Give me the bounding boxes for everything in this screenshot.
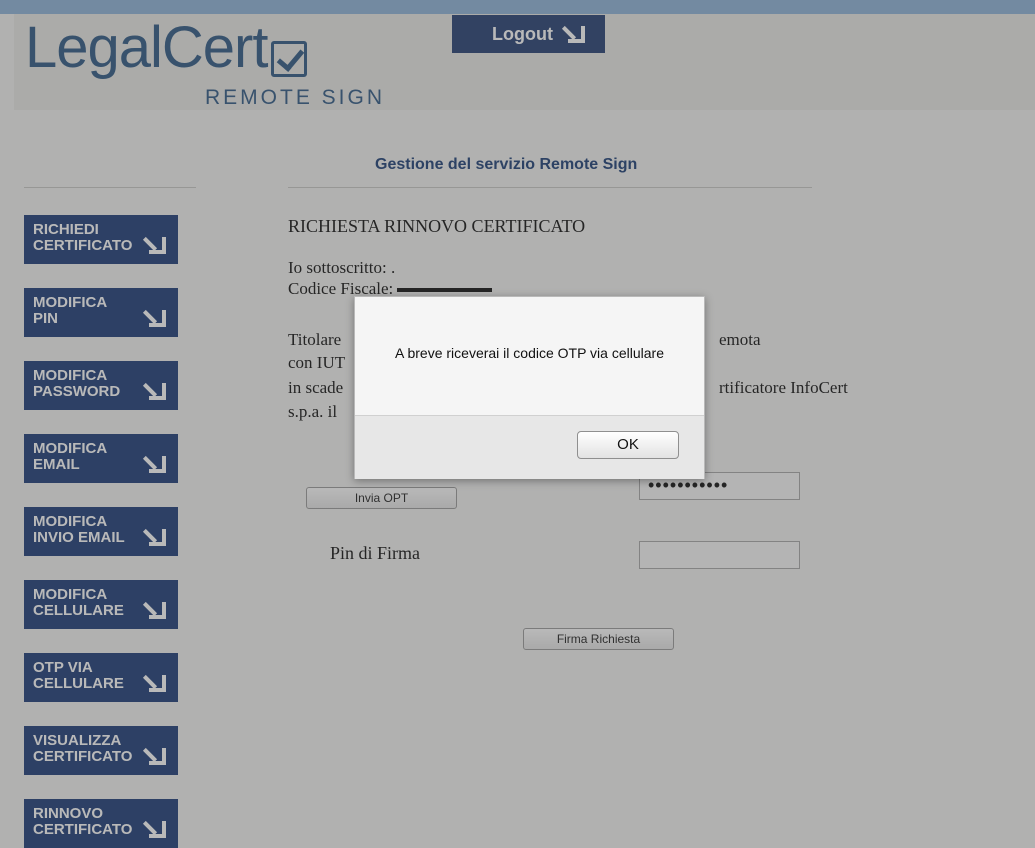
ok-button[interactable]: OK — [577, 431, 679, 459]
otp-alert-dialog: A breve riceverai il codice OTP via cell… — [354, 296, 705, 479]
dialog-message: A breve riceverai il codice OTP via cell… — [395, 345, 664, 361]
